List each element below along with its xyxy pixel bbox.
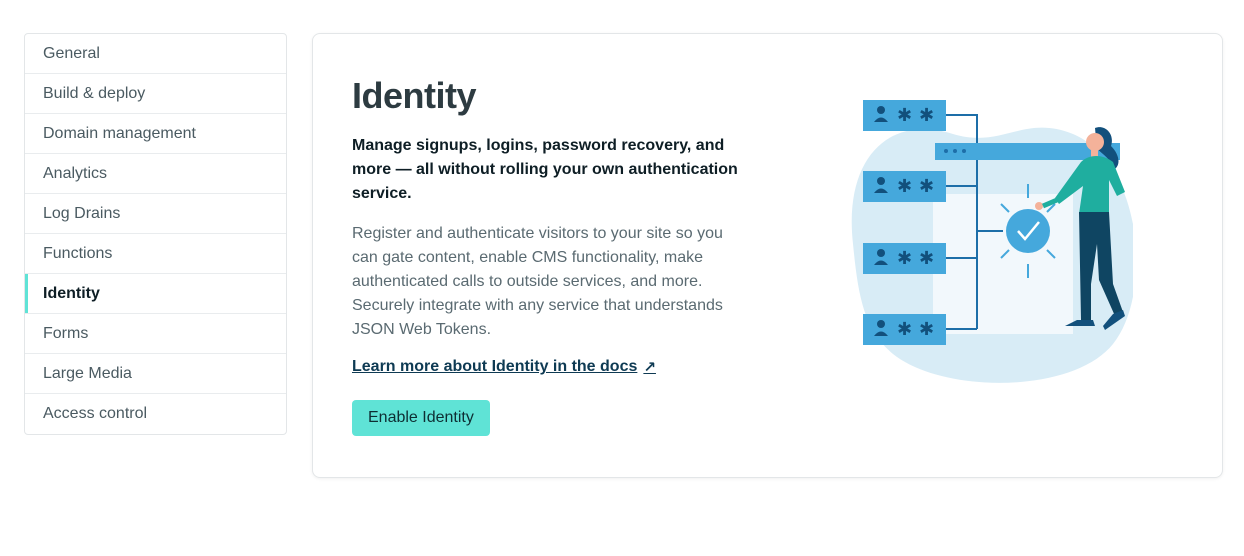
sidebar-item-large-media[interactable]: Large Media [25, 354, 286, 394]
settings-sidebar: General Build & deploy Domain management… [24, 33, 287, 435]
background-panel [933, 194, 1073, 334]
svg-text:✱: ✱ [919, 319, 934, 340]
svg-text:✱: ✱ [919, 105, 934, 126]
sidebar-item-identity[interactable]: Identity [25, 274, 286, 314]
credential-row-1-icon: ✱ ✱ [863, 100, 946, 131]
svg-text:✱: ✱ [897, 176, 912, 197]
svg-text:✱: ✱ [919, 248, 934, 269]
identity-illustration: ✱ ✱ ✱ ✱ ✱ ✱ ✱ ✱ [851, 100, 1133, 383]
sidebar-item-domain-management[interactable]: Domain management [25, 114, 286, 154]
sidebar-item-forms[interactable]: Forms [25, 314, 286, 354]
svg-text:✱: ✱ [897, 248, 912, 269]
docs-link[interactable]: Learn more about Identity in the docs ↗ [352, 358, 656, 376]
sidebar-item-build-deploy[interactable]: Build & deploy [25, 74, 286, 114]
description-text: Register and authenticate visitors to yo… [352, 225, 723, 338]
credential-row-4-icon: ✱ ✱ [863, 314, 946, 345]
svg-text:✱: ✱ [897, 319, 912, 340]
lead-text: Manage signups, logins, password recover… [352, 137, 738, 202]
page-title: Identity [352, 75, 477, 116]
sidebar-item-access-control[interactable]: Access control [25, 394, 286, 434]
identity-content: Identity Manage signups, logins, passwor… [352, 74, 752, 436]
sidebar-item-analytics[interactable]: Analytics [25, 154, 286, 194]
arrow-up-right-icon: ↗ [643, 359, 656, 376]
credential-row-3-icon: ✱ ✱ [863, 243, 946, 274]
docs-link-label: Learn more about Identity in the docs [352, 358, 638, 375]
sidebar-item-log-drains[interactable]: Log Drains [25, 194, 286, 234]
sidebar-item-functions[interactable]: Functions [25, 234, 286, 274]
enable-identity-button[interactable]: Enable Identity [352, 400, 490, 436]
sidebar-item-general[interactable]: General [25, 34, 286, 74]
svg-text:✱: ✱ [897, 105, 912, 126]
credential-row-2-icon: ✱ ✱ [863, 171, 946, 202]
svg-text:✱: ✱ [919, 176, 934, 197]
identity-card: Identity Manage signups, logins, passwor… [312, 33, 1223, 478]
